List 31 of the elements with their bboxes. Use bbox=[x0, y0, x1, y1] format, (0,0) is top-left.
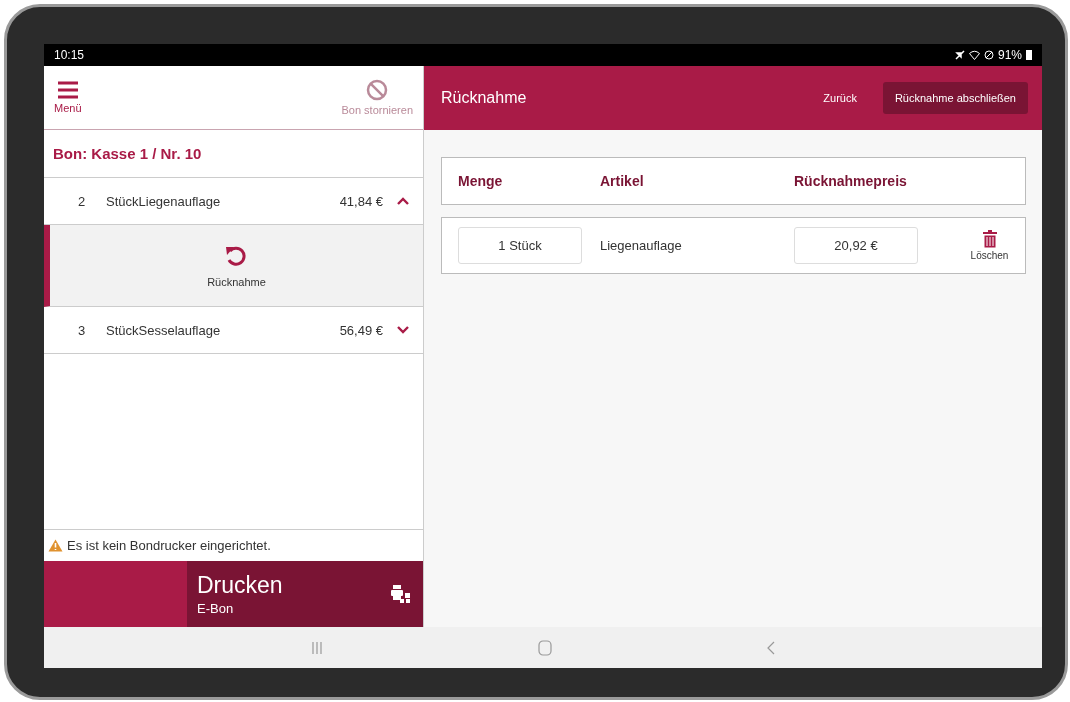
battery-percentage: 91% bbox=[997, 48, 1022, 62]
print-button[interactable]: Drucken E-Bon bbox=[187, 561, 423, 627]
chevron-down-icon[interactable] bbox=[397, 326, 409, 334]
menu-button[interactable]: Menü bbox=[54, 81, 82, 114]
article-cell-text: Liegenauflage bbox=[600, 238, 683, 253]
status-time: 10:15 bbox=[54, 48, 85, 62]
column-header: Rücknahmepreis bbox=[794, 173, 908, 189]
item-quantity: 3 bbox=[78, 322, 87, 338]
battery-icon bbox=[1026, 50, 1032, 60]
chevron-up-icon[interactable] bbox=[397, 197, 409, 205]
wifi-icon bbox=[968, 50, 980, 60]
column-header: Menge bbox=[458, 173, 504, 189]
quantity-field[interactable]: 1 Stück bbox=[458, 227, 582, 264]
trash-icon[interactable] bbox=[982, 230, 997, 248]
item-name: StückSesselauflage bbox=[106, 322, 222, 338]
delete-button[interactable]: Löschen bbox=[964, 229, 1015, 262]
printer-qr-icon[interactable] bbox=[391, 584, 411, 604]
do-not-disturb-icon bbox=[983, 50, 994, 60]
price-field[interactable]: 20,92 € bbox=[794, 227, 918, 264]
item-name: StückLiegenauflage bbox=[106, 193, 222, 209]
back-button[interactable]: Zurück bbox=[817, 91, 863, 105]
warning-message: Es ist kein Bondrucker eingerichtet. bbox=[67, 538, 271, 553]
finish-return-button[interactable]: Rücknahme abschließen bbox=[882, 82, 1028, 114]
return-button[interactable]: Rücknahme bbox=[201, 242, 272, 289]
warning-icon bbox=[48, 539, 63, 552]
page-title: Rücknahme bbox=[441, 89, 528, 107]
item-quantity: 2 bbox=[78, 193, 87, 209]
menu-icon[interactable] bbox=[57, 81, 78, 99]
item-price: 41,84 € bbox=[339, 193, 383, 209]
column-header: Artikel bbox=[600, 173, 645, 189]
item-price: 56,49 € bbox=[339, 322, 383, 338]
